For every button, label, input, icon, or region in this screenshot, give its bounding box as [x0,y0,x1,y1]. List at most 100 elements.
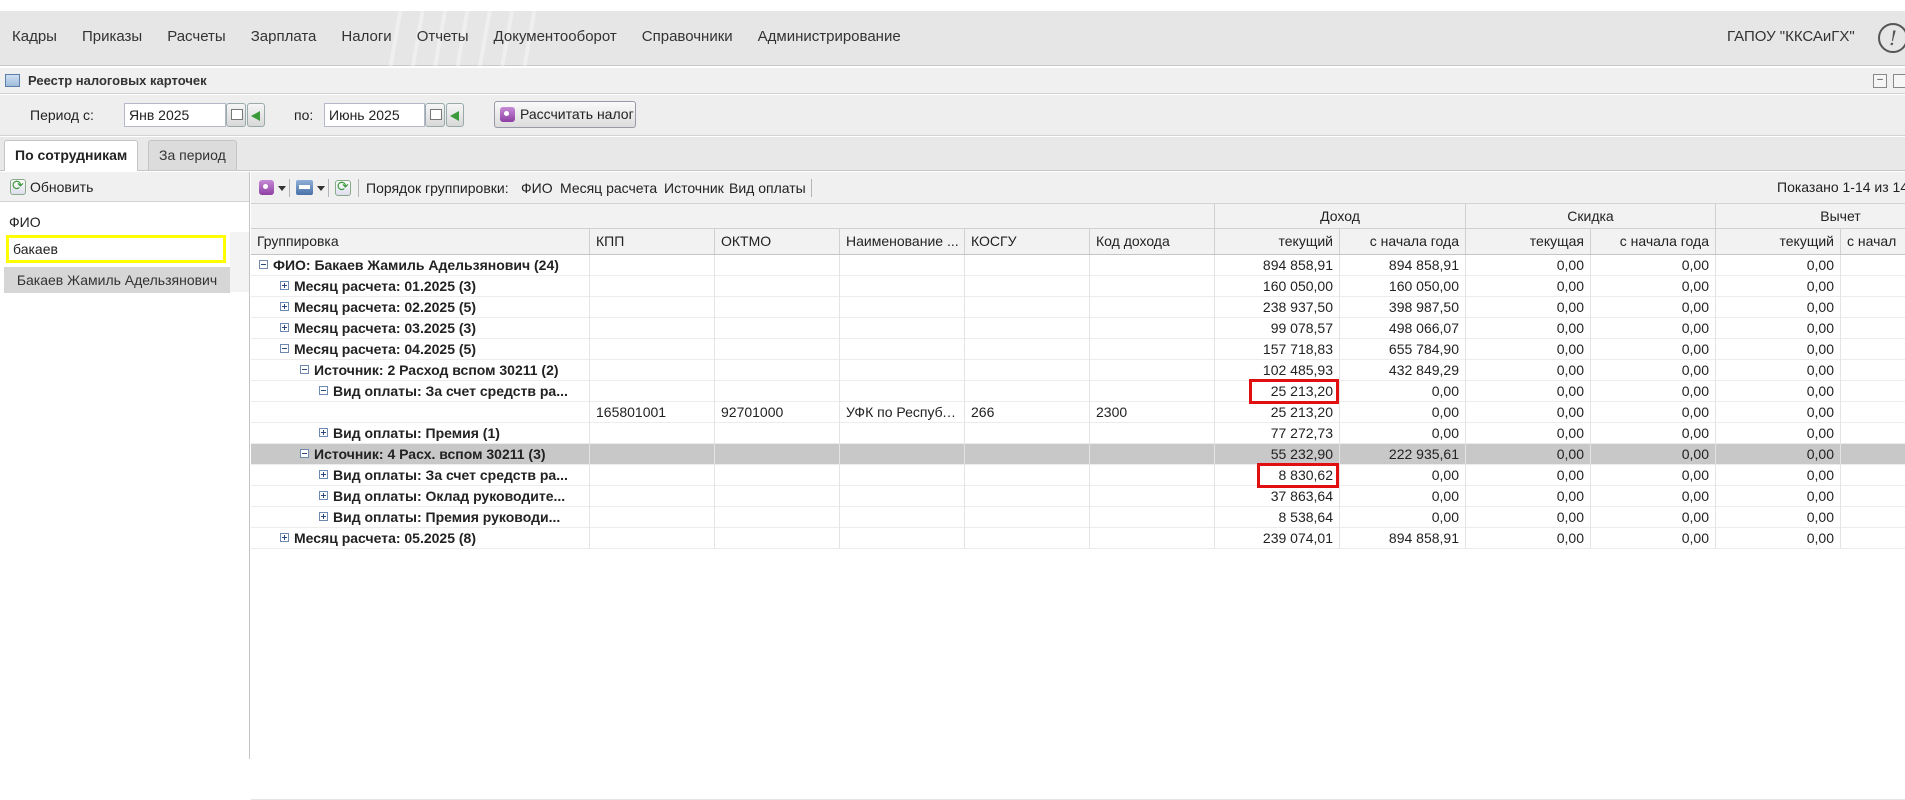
close-icon[interactable] [1893,74,1905,88]
print-icon[interactable] [296,180,313,195]
employee-result-item[interactable]: Бакаев Жамиль Адельзянович [4,267,230,293]
period-from-field[interactable]: Янв 2025 [124,103,226,127]
expand-icon[interactable] [280,280,289,290]
collapse-icon[interactable] [300,448,309,458]
menu-item-administrirovanie[interactable]: Администрирование [758,28,901,45]
expand-icon[interactable] [280,532,289,542]
menu-item-otchety[interactable]: Отчеты [417,28,469,45]
column-header-name[interactable]: Наименование ... [840,229,965,254]
menu-item-kadry[interactable]: Кадры [12,28,57,45]
window-title: Реестр налоговых карточек [28,73,207,88]
menu-item-dokumentooborot[interactable]: Документооборот [494,28,617,45]
table-row[interactable]: Месяц расчета: 04.2025 (5) 157 718,83 655 … [251,339,1905,360]
cell-inc-ytd: 398 987,50 [1340,297,1466,318]
grouping-item-payment-type[interactable]: Вид оплаты [729,180,806,196]
table-row[interactable]: Вид оплаты: Премия (1) 77 272,73 0,00 0,00 0… [251,423,1905,444]
table-row[interactable]: Источник: 2 Расход вспом 30211 (2) 102 48… [251,360,1905,381]
cell-disc-cur: 0,00 [1466,402,1591,423]
cell-oktmo [715,486,840,507]
cell-name: УФК по Республ... [840,402,965,423]
period-to-field[interactable]: Июнь 2025 [324,103,425,127]
table-row[interactable]: Вид оплаты: Оклад руководите... 37 863,64… [251,486,1905,507]
expand-icon[interactable] [280,301,289,311]
cell-inc-ytd: 432 849,29 [1340,360,1466,381]
cell-oktmo [715,339,840,360]
grouping-cell: Месяц расчета: 01.2025 (3) [251,276,590,297]
cell-code [1090,360,1215,381]
grouping-item-fio[interactable]: ФИО [521,180,553,196]
chevron-down-icon[interactable] [317,186,325,191]
refresh-icon[interactable] [335,178,351,196]
cell-disc-cur: 0,00 [1466,486,1591,507]
menu-item-nalogi[interactable]: Налоги [341,28,391,45]
collapse-icon[interactable] [259,259,268,269]
expand-icon[interactable] [319,511,328,521]
table-row[interactable]: Источник: 4 Расх. вспом 30211 (3) 55 232,… [251,444,1905,465]
cell-kpp [590,360,715,381]
menu-item-prikazy[interactable]: Приказы [82,28,142,45]
arrow-left-icon[interactable] [446,103,464,127]
cell-name [840,360,965,381]
collapse-icon[interactable] [300,364,309,374]
chevron-down-icon[interactable] [278,186,286,191]
column-header-kpp[interactable]: КПП [590,229,715,254]
calendar-icon[interactable] [226,103,246,127]
grouping-label: Вид оплаты: Оклад руководите... [333,488,566,504]
table-row[interactable]: Вид оплаты: За счет средств ра... 25 213,… [251,381,1905,402]
cell-disc-ytd: 0,00 [1591,528,1716,549]
table-row[interactable]: Вид оплаты: За счет средств ра... 8 830,6… [251,465,1905,486]
cell-kosgu [965,465,1090,486]
table-row[interactable]: Месяц расчета: 01.2025 (3) 160 050,00 160 … [251,276,1905,297]
cell-ded-cur: 0,00 [1716,276,1841,297]
column-header-discount-ytd[interactable]: с начала года [1591,229,1716,254]
fio-search-input[interactable] [6,235,226,263]
table-row[interactable]: ФИО: Бакаев Жамиль Адельзянович (24) 894 … [251,255,1905,276]
column-header-deduction-current[interactable]: текущий [1716,229,1841,254]
collapse-icon[interactable] [319,385,328,395]
tab-by-period[interactable]: За период [148,140,237,170]
menu-item-zarplata[interactable]: Зарплата [251,28,317,45]
menu-item-raschety[interactable]: Расчеты [167,28,226,45]
refresh-button[interactable]: Обновить [8,177,98,196]
column-header-discount-current[interactable]: текущая [1466,229,1591,254]
collapse-icon[interactable] [280,343,289,353]
period-toolbar: Период с: Янв 2025 по: Июнь 2025 Рассчит… [0,95,1905,136]
expand-icon[interactable] [280,322,289,332]
cell-kosgu [965,297,1090,318]
table-row[interactable]: 165801001 92701000 УФК по Республ... 266 230… [251,402,1905,423]
grouping-item-month[interactable]: Месяц расчета [560,180,657,196]
cell-kosgu [965,360,1090,381]
expand-icon[interactable] [319,469,328,479]
calendar-icon[interactable] [425,103,445,127]
calculate-tax-button[interactable]: Рассчитать налог [494,101,636,128]
column-header-deduction-ytd[interactable]: с начал [1841,229,1905,254]
table-row[interactable]: Месяц расчета: 05.2025 (8) 239 074,01 894 … [251,528,1905,549]
column-header-income-ytd[interactable]: с начала года [1340,229,1466,254]
tab-by-employees[interactable]: По сотрудникам [4,140,139,171]
column-header-grouping[interactable]: Группировка [251,229,590,254]
grouping-cell [251,402,590,423]
menu-item-spravochniki[interactable]: Справочники [642,28,733,45]
settings-icon[interactable] [259,180,274,195]
table-row[interactable]: Месяц расчета: 03.2025 (3) 99 078,57 498 0… [251,318,1905,339]
organization-name[interactable]: ГАПОУ "ККСАиГХ" [1727,28,1855,45]
table-row[interactable]: Вид оплаты: Премия руководи... 8 538,64 0,… [251,507,1905,528]
grouping-item-source[interactable]: Источник [664,180,724,196]
cell-inc-ytd: 894 858,91 [1340,528,1466,549]
cell-disc-ytd: 0,00 [1591,465,1716,486]
expand-icon[interactable] [319,427,328,437]
alert-icon[interactable]: ! [1878,23,1905,53]
cell-kpp [590,297,715,318]
expand-icon[interactable] [319,490,328,500]
cell-inc-cur: 55 232,90 [1215,444,1340,465]
column-header-oktmo[interactable]: ОКТМО [715,229,840,254]
grouping-cell: Месяц расчета: 04.2025 (5) [251,339,590,360]
grouping-label: Месяц расчета: 03.2025 (3) [294,320,477,336]
column-header-income-code[interactable]: Код дохода [1090,229,1215,254]
table-row[interactable]: Месяц расчета: 02.2025 (5) 238 937,50 398 … [251,297,1905,318]
column-header-income-current[interactable]: текущий [1215,229,1340,254]
arrow-left-icon[interactable] [247,103,265,127]
minimize-button[interactable]: – [1873,74,1887,88]
grouping-label: Месяц расчета: 04.2025 (5) [294,341,477,357]
column-header-kosgu[interactable]: КОСГУ [965,229,1090,254]
